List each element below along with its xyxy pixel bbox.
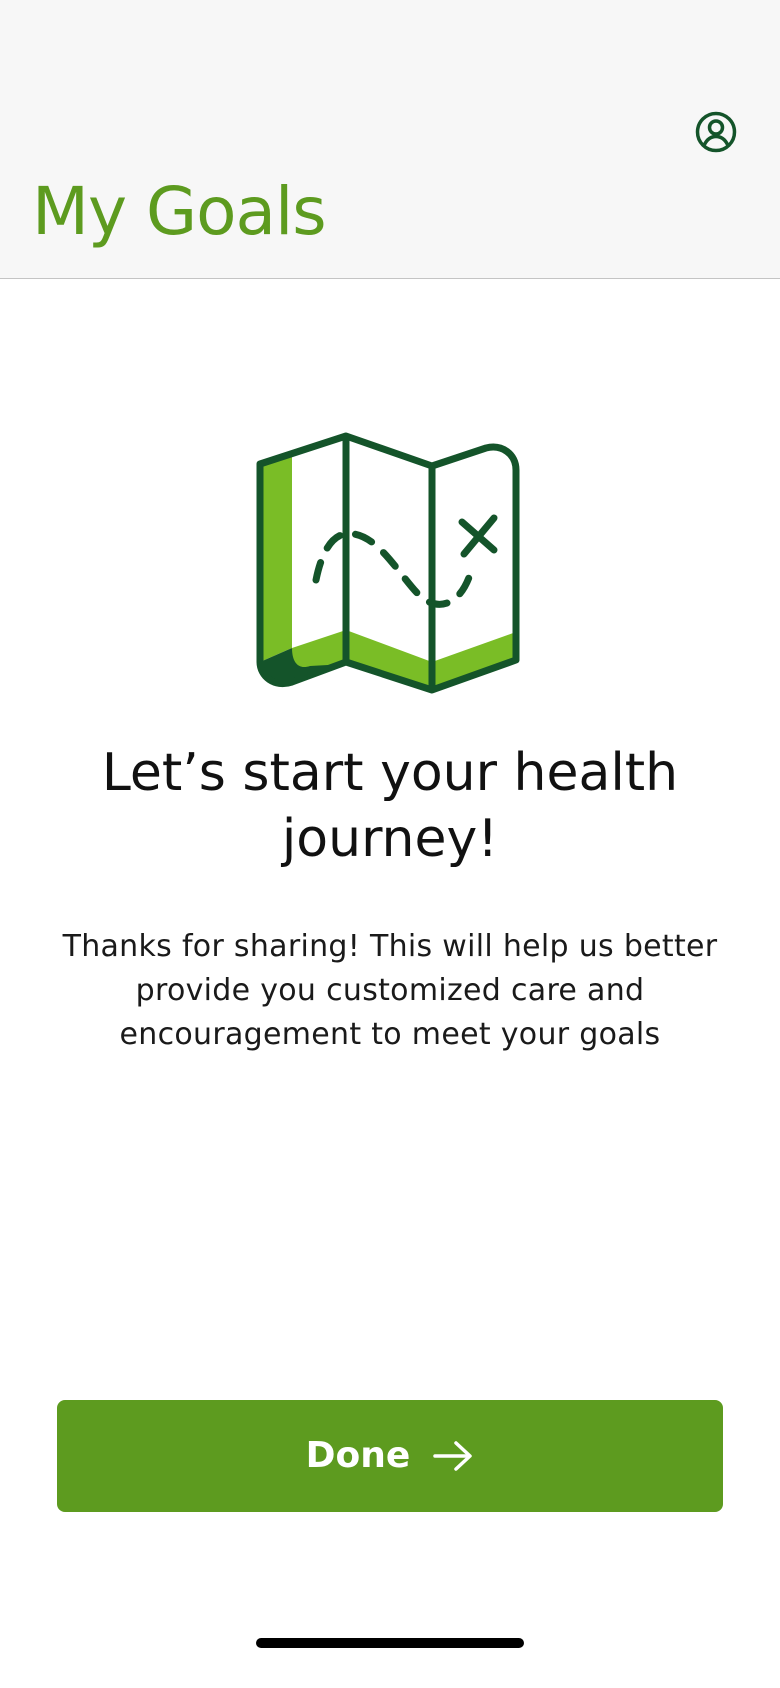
profile-button[interactable] [690, 106, 742, 158]
app-header: My Goals [0, 0, 780, 279]
arrow-right-icon [432, 1440, 474, 1472]
home-indicator[interactable] [256, 1638, 524, 1648]
account-circle-icon [695, 111, 737, 153]
description-text: Thanks for sharing! This will help us be… [62, 929, 718, 1052]
done-button[interactable]: Done [57, 1400, 723, 1512]
headline: Let’s start your health journey! [101, 743, 679, 869]
page-title: My Goals [32, 173, 327, 250]
done-button-label: Done [305, 1435, 411, 1476]
map-illustration [250, 430, 530, 700]
treasure-map-icon [256, 432, 520, 694]
